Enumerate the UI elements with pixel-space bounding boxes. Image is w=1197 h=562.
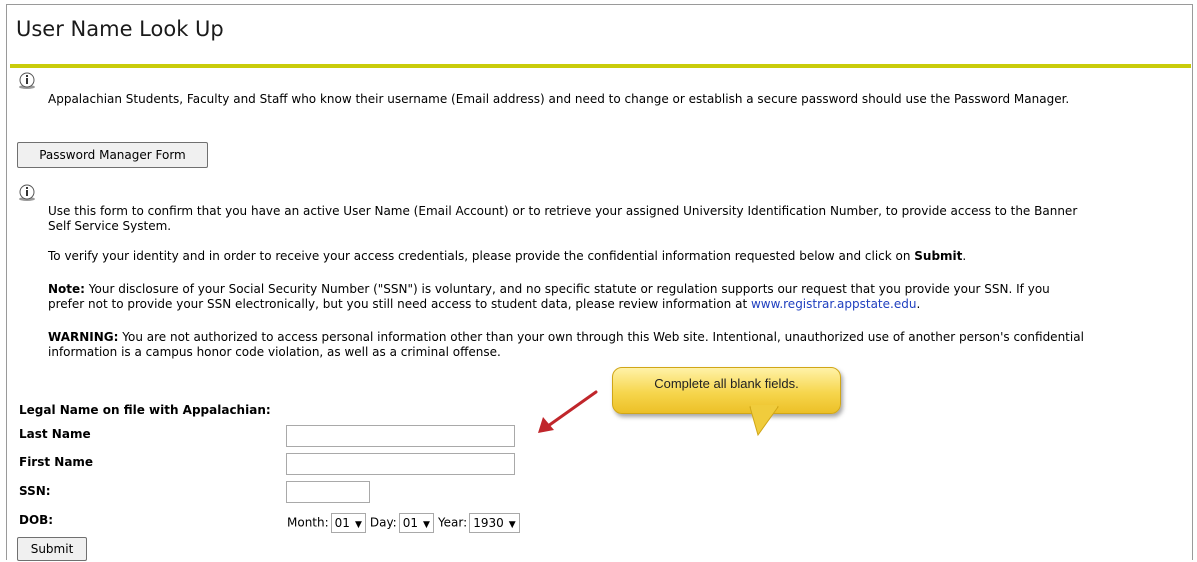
form-purpose-line-1: Use this form to confirm that you have a…: [48, 204, 1078, 218]
first-name-input[interactable]: [286, 453, 515, 475]
day-select[interactable]: 01 ▼: [398, 513, 434, 533]
chevron-down-icon: ▼: [423, 520, 430, 530]
header-rule: [10, 64, 1191, 68]
verify-text: To verify your identity and in order to …: [48, 249, 915, 263]
registrar-link[interactable]: www.registrar.appstate.edu: [751, 297, 916, 311]
arrow-icon: [538, 390, 598, 433]
callout-text: Complete all blank fields.: [654, 376, 799, 391]
note-text-1: Your disclosure of your Social Security …: [84, 282, 1050, 296]
dob-label: DOB:: [19, 513, 54, 527]
info-password-manager-text: Appalachian Students, Faculty and Staff …: [48, 92, 1070, 106]
warning-line-1: WARNING: You are not authorized to acces…: [48, 330, 1084, 345]
verify-submit-bold: Submit: [914, 249, 963, 263]
note-line-1: Note: Your disclosure of your Social Sec…: [48, 282, 1050, 297]
last-name-input[interactable]: [286, 425, 515, 447]
warning-line-2: information is a campus honor code viola…: [48, 345, 501, 359]
year-value: 1930: [473, 516, 504, 530]
chevron-down-icon: ▼: [508, 520, 516, 530]
dob-selectors: Month: 01 ▼ Day: 01 ▼ Year: 1930 ▼: [287, 513, 524, 533]
warning-text-1: You are not authorized to access persona…: [118, 330, 1084, 344]
note-label: Note:: [48, 282, 85, 296]
chevron-down-icon: ▼: [354, 520, 362, 530]
month-value: 01: [334, 516, 350, 530]
day-label: Day:: [369, 515, 397, 530]
form-purpose-line-2: Self Service System.: [48, 219, 172, 233]
first-name-label: First Name: [19, 455, 94, 469]
year-label: Year:: [437, 515, 468, 530]
submit-button[interactable]: Submit: [17, 537, 87, 561]
verify-end: .: [962, 249, 967, 263]
month-select[interactable]: 01 ▼: [330, 513, 366, 533]
note-line-2: prefer not to provide your SSN electroni…: [48, 297, 920, 312]
note-end: .: [916, 297, 921, 311]
callout-tooltip: Complete all blank fields.: [612, 367, 841, 414]
ssn-input[interactable]: [286, 481, 370, 503]
note-text-2: prefer not to provide your SSN electroni…: [48, 297, 751, 311]
last-name-label: Last Name: [19, 427, 91, 441]
callout-tail: [749, 405, 779, 437]
password-manager-form-button[interactable]: Password Manager Form: [17, 142, 208, 168]
verify-identity-text: To verify your identity and in order to …: [48, 249, 966, 264]
month-label: Month:: [287, 515, 329, 530]
day-value: 01: [402, 516, 419, 530]
warning-label: WARNING:: [48, 330, 119, 344]
info-icon: [19, 72, 35, 89]
legal-name-section-label: Legal Name on file with Appalachian:: [19, 403, 271, 417]
page-title: User Name Look Up: [16, 17, 224, 41]
year-select[interactable]: 1930 ▼: [469, 513, 520, 533]
info-icon: [19, 184, 35, 201]
ssn-label: SSN:: [19, 484, 51, 498]
